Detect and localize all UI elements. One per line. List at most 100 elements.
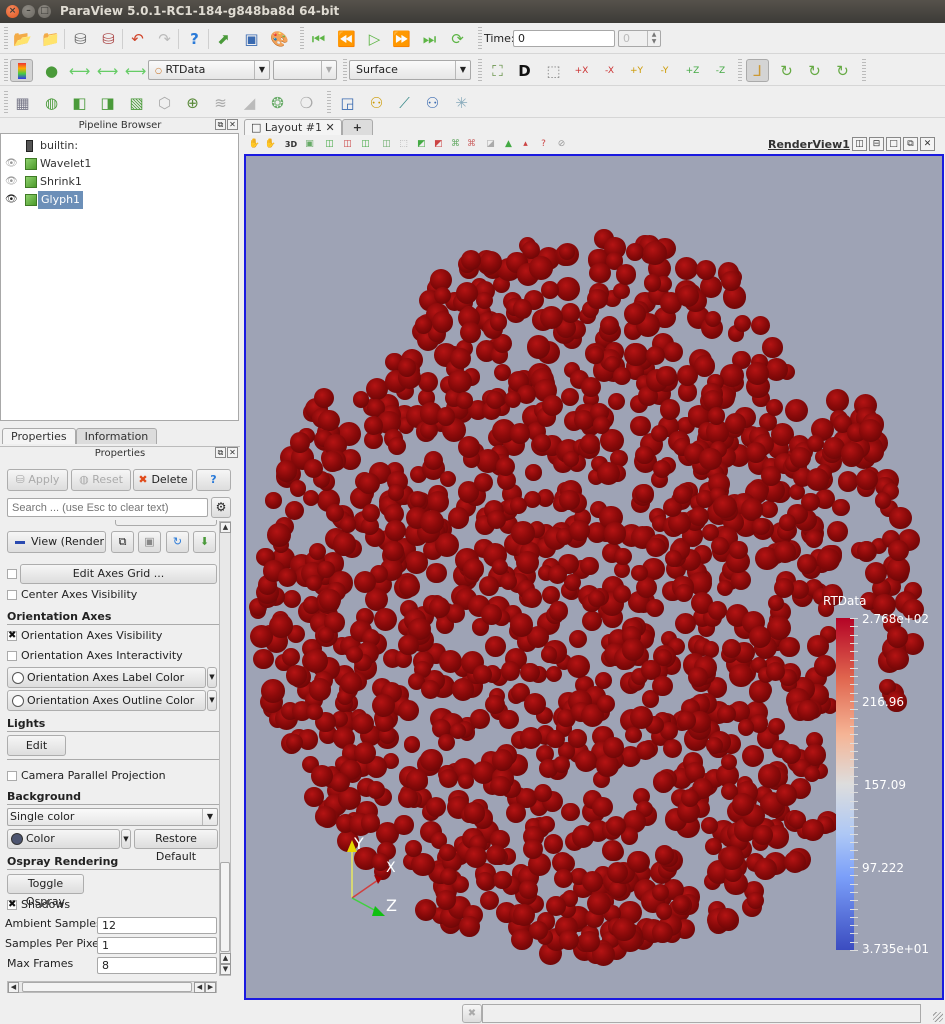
select-icon[interactable]: ◲	[336, 91, 359, 114]
interaction-mode-icon[interactable]: ✋	[248, 138, 261, 151]
window-maximize-button[interactable]: □	[38, 5, 51, 18]
redo-icon[interactable]: ↷	[153, 27, 176, 50]
first-frame-icon[interactable]: ⏮	[307, 27, 330, 50]
rescale-range-icon[interactable]: ⟷	[68, 59, 91, 82]
toolbar-grip[interactable]	[478, 27, 482, 49]
toolbar-grip[interactable]	[738, 59, 742, 81]
rotate-90-cw-icon[interactable]: ↻	[775, 59, 798, 82]
lights-edit-button[interactable]: Edit	[7, 735, 66, 756]
edit-color-map-icon[interactable]: ●	[40, 59, 63, 82]
toggle-ospray-button[interactable]: Toggle Ospray	[7, 874, 84, 908]
delete-button[interactable]: ✖ Delete	[133, 469, 193, 491]
extract-subset-icon[interactable]: ⬡	[153, 91, 176, 114]
reset-camera-icon[interactable]: ⛶	[486, 59, 509, 82]
center-axes-visibility-checkbox[interactable]	[7, 590, 17, 600]
toolbar-grip[interactable]	[4, 91, 8, 113]
close-view-icon[interactable]: ✕	[920, 137, 935, 151]
show-orientation-axes-icon[interactable]: ⅃	[746, 59, 769, 82]
window-minimize-button[interactable]: –	[22, 5, 35, 18]
probe-icon[interactable]: ⚇	[365, 91, 388, 114]
reset-button[interactable]: ◍ Reset	[71, 469, 131, 491]
open-file-icon[interactable]: 📂	[11, 27, 34, 50]
background-color-button[interactable]: Color	[7, 829, 120, 849]
plot-over-line-icon[interactable]: ⟋	[393, 91, 416, 114]
eye-icon[interactable]: 👁	[5, 159, 18, 169]
eye-icon[interactable]: 👁	[5, 195, 18, 205]
timestep-spinbox[interactable]: 0 ▲ ▼	[618, 30, 661, 47]
contour-icon[interactable]: ◍	[40, 91, 63, 114]
split-vertical-icon[interactable]: ⊟	[869, 137, 884, 151]
toolbar-grip[interactable]	[327, 91, 331, 113]
paste-properties-button[interactable]: ▣	[138, 531, 161, 553]
spin-arrows-icon[interactable]: ▲ ▼	[647, 31, 660, 46]
pipeline-item-glyph1[interactable]: 👁 Glyph1	[1, 191, 201, 209]
interactive-select-points-icon[interactable]: ◩	[432, 138, 445, 151]
tab-information[interactable]: Information	[75, 428, 158, 444]
select-polygon-cells-icon[interactable]: ⌘	[449, 138, 462, 151]
scroll-up-icon[interactable]: ▲	[220, 953, 231, 964]
orientation-interactivity-checkbox[interactable]	[7, 651, 17, 661]
apply-button[interactable]: ⛁ Apply	[7, 469, 68, 491]
render-view[interactable]: Y X Z RTData 2.768e+02 216.96 157.09 97.…	[244, 154, 944, 1000]
screenshot-icon[interactable]: ▣	[240, 27, 263, 50]
toolbar-grip[interactable]	[343, 59, 347, 81]
cancel-progress-button[interactable]: ✖	[462, 1004, 482, 1023]
color-by-dropdown[interactable]: ○ RTData ▼	[148, 60, 270, 80]
float-panel-icon[interactable]: ⧉	[215, 447, 226, 458]
view-minus-z-icon[interactable]: -Z	[709, 59, 732, 82]
scrollbar-thumb[interactable]	[22, 982, 192, 992]
chevron-down-icon[interactable]: ▼	[121, 829, 131, 849]
window-close-button[interactable]: ×	[6, 5, 19, 18]
view-type-button[interactable]: View (Render	[7, 531, 106, 553]
color-legend-icon[interactable]	[10, 59, 33, 82]
toolbar-grip[interactable]	[478, 59, 482, 81]
loop-icon[interactable]: ⟳	[446, 27, 469, 50]
rotate-camera-icon[interactable]: ↻	[831, 59, 854, 82]
properties-horizontal-scrollbar[interactable]: ◀ ◀ ▶	[7, 981, 217, 993]
plot-selection-icon[interactable]: ⚇	[421, 91, 444, 114]
orientation-visibility-checkbox[interactable]: ✖	[7, 631, 17, 641]
copy-properties-button[interactable]: ⧉	[111, 531, 134, 553]
view-plus-z-icon[interactable]: +Z	[681, 59, 704, 82]
shadows-checkbox[interactable]: ✖	[7, 900, 17, 910]
view-minus-x-icon[interactable]: -X	[598, 59, 621, 82]
close-panel-icon[interactable]: ✕	[227, 119, 238, 130]
load-state-icon[interactable]: 📁	[39, 27, 62, 50]
eye-icon[interactable]: 👁	[5, 177, 18, 187]
toolbar-grip[interactable]	[862, 59, 866, 81]
disconnect-icon[interactable]: ⛁	[97, 27, 120, 50]
view-plus-x-icon[interactable]: +X	[570, 59, 593, 82]
select-cells-frustum-icon[interactable]: ◫	[359, 138, 372, 151]
help-icon[interactable]: ?	[183, 27, 206, 50]
add-layout-tab[interactable]: +	[341, 119, 373, 135]
scroll-up-icon[interactable]: ▲	[220, 522, 231, 533]
play-icon[interactable]: ▷	[363, 27, 386, 50]
pipeline-item-builtin[interactable]: builtin:	[1, 137, 201, 155]
slice-icon[interactable]: ◨	[96, 91, 119, 114]
background-mode-dropdown[interactable]: Single color ▼	[7, 808, 218, 826]
restore-default-button[interactable]: Restore Default	[134, 829, 218, 863]
view-plus-y-icon[interactable]: +Y	[625, 59, 648, 82]
clear-selection-icon[interactable]: ⊘	[555, 138, 568, 151]
select-cells-on-icon[interactable]: ◫	[323, 138, 336, 151]
scrollbar-thumb[interactable]	[220, 862, 230, 952]
toolbar-grip[interactable]	[4, 27, 8, 49]
orientation-outline-color-button[interactable]: Orientation Axes Outline Color	[7, 690, 206, 711]
scroll-down-icon[interactable]: ▼	[220, 964, 231, 975]
pipeline-browser[interactable]: builtin: 👁 Wavelet1 👁 Shrink1 👁 Glyph1	[0, 133, 239, 421]
float-panel-icon[interactable]: ⧉	[215, 119, 226, 130]
view-minus-y-icon[interactable]: -Y	[653, 59, 676, 82]
next-frame-icon[interactable]: ⏩	[390, 27, 413, 50]
rotate-90-ccw-icon[interactable]: ↻	[803, 59, 826, 82]
interactive-select-cells-icon[interactable]: ◩	[415, 138, 428, 151]
calculator-icon[interactable]: ▦	[11, 91, 34, 114]
help-button[interactable]: ?	[196, 469, 231, 491]
edit-axes-grid-button[interactable]: Edit Axes Grid ...	[20, 564, 217, 584]
split-view-icon[interactable]: ✋	[264, 138, 277, 151]
stream-tracer-icon[interactable]: ≋	[209, 91, 232, 114]
undo-icon[interactable]: ↶	[126, 27, 149, 50]
group-datasets-icon[interactable]: ❂	[266, 91, 289, 114]
samples-per-pixel-input[interactable]: 1	[97, 937, 217, 954]
capture-screenshot-icon[interactable]: ▣	[303, 138, 316, 151]
axes-grid-checkbox[interactable]	[7, 569, 17, 579]
